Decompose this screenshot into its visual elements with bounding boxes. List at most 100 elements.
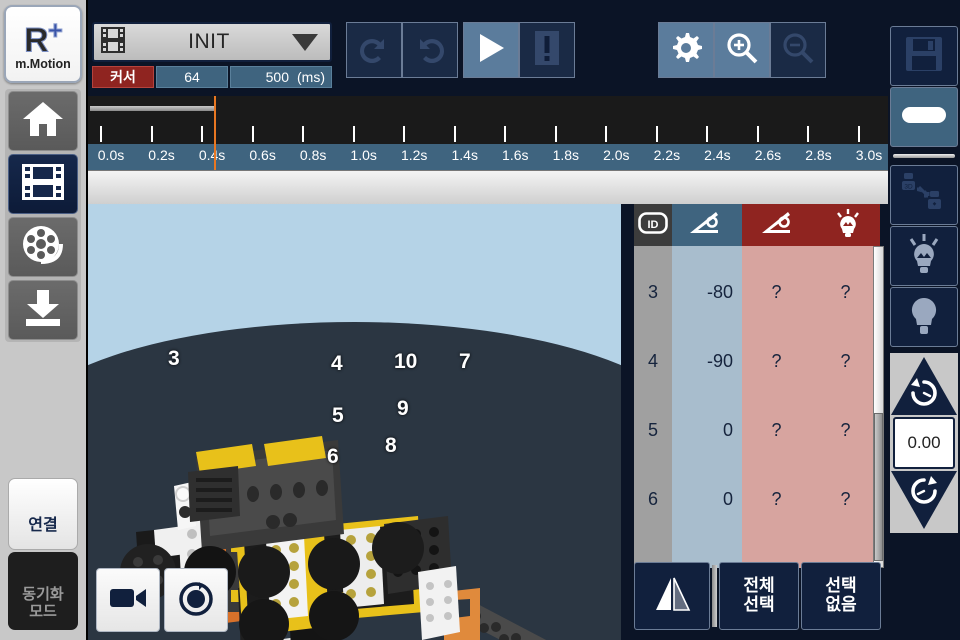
joint-number-label[interactable]: 10 [394,350,417,374]
cell-current-position[interactable]: -90 [672,351,742,372]
playback-tools [463,22,575,78]
dash-icon [901,106,947,129]
led-off-button[interactable] [890,287,958,347]
joint-number-label[interactable]: 3 [168,347,180,371]
rotation-value[interactable]: 0.00 [893,417,955,469]
timeline-tick [100,126,102,142]
logo-mark: R+ [24,17,64,58]
scene-dropdown[interactable]: INIT [92,22,332,62]
led-on-button[interactable] [890,226,958,286]
table-row[interactable]: 5 0?? [634,396,880,465]
camera-button[interactable] [96,568,160,632]
rotate-ccw-button[interactable] [891,357,957,415]
select-all-button[interactable]: 전체 선택 [719,562,799,630]
sidebar-item-home[interactable] [8,91,78,151]
cursor-frame-value[interactable]: 64 [156,66,228,88]
sidebar-item-reel[interactable] [8,217,78,277]
cell-goal-group: ?? [742,282,880,303]
lightbulb-off-icon [904,294,944,341]
timeline-tick [251,126,254,142]
connect-button[interactable]: 연결 [8,478,78,550]
save-button[interactable] [890,26,958,86]
cell-goal-group: ?? [742,351,880,372]
stop-button[interactable] [519,22,575,78]
timeline-tick-label: 1.2s [400,147,428,163]
table-row[interactable]: 6 0?? [634,465,880,534]
cell-current-position[interactable]: 0 [672,420,742,441]
id-header[interactable]: ID [634,204,672,246]
sidebar-item-motion[interactable] [8,154,78,214]
cell-id: 5 [647,420,658,440]
joint-number-label[interactable]: 8 [385,434,397,458]
joint-number-label[interactable]: 6 [327,445,339,469]
cursor-time-group[interactable]: 500 (ms) [230,66,332,88]
joint-number-label[interactable]: 5 [332,404,344,428]
zoom-in-icon [725,31,759,70]
scrollbar-thumb[interactable] [874,413,883,561]
rotate-cw-button[interactable] [891,471,957,529]
timeline-tick [302,126,305,142]
table-footer-buttons: 전체 선택 선택 없음 [634,562,882,630]
torque-off-button[interactable] [890,87,958,147]
timeline-tick-label: 2.6s [754,147,782,163]
settings-button[interactable] [658,22,714,78]
cell-led-value[interactable]: ? [840,420,850,441]
zoom-out-button[interactable] [770,22,826,78]
sync-mode-button[interactable]: 동기화 모드 [8,552,78,630]
sidebar-nav [5,89,81,342]
cell-current-position[interactable]: 0 [672,489,742,510]
current-position-header[interactable] [672,204,742,246]
scene-name: INIT [188,30,230,53]
film-reel-icon [21,224,65,271]
joint-number-label[interactable]: 9 [397,397,409,421]
mirror-button[interactable] [634,562,710,630]
cursor-info-bar: 커서 64 500 (ms) [92,66,332,88]
cell-current-position[interactable]: -80 [672,282,742,303]
cell-goal-group: ?? [742,420,880,441]
select-none-button[interactable]: 선택 없음 [801,562,881,630]
play-button[interactable] [463,22,519,78]
timeline-tick-label: 2.8s [805,147,832,163]
joint-number-label[interactable]: 4 [331,352,343,376]
undo-button[interactable] [346,22,402,78]
cell-goal-position[interactable]: ? [771,489,781,510]
timeline-horizontal-scrollbar[interactable] [88,170,888,204]
timeline-tick [453,126,456,142]
file-tools [890,26,958,147]
cursor-label: 커서 [92,66,154,88]
alert-icon [535,30,559,70]
cell-goal-position[interactable]: ? [771,282,781,303]
sidebar-item-download[interactable] [8,280,78,340]
zoom-in-button[interactable] [714,22,770,78]
timeline-playhead[interactable] [213,96,216,170]
timeline-tick [807,126,810,142]
timeline-tick [403,126,406,142]
timeline-tick-label: 3.0s [855,147,883,163]
view-tools [658,22,826,78]
select-all-line1: 전체 [743,576,775,596]
download-icon [21,288,65,333]
joint-number-label[interactable]: 7 [459,350,471,374]
redo-button[interactable] [402,22,458,78]
timeline-range-bar[interactable] [90,106,214,111]
timeline-tick [201,126,204,142]
timeline-tick-label: 0.8s [299,147,327,163]
cell-led-value[interactable]: ? [840,282,850,303]
servo-table-scrollbar[interactable] [873,246,884,568]
timeline[interactable]: 0.0s 0.2s 0.4s 0.6s 0.8s 1.0s 1.2s 1.4s 1.6s 1.8s… [88,96,888,204]
cell-led-value[interactable]: ? [840,489,850,510]
cell-goal-position[interactable]: ? [771,351,781,372]
timeline-tick-label: 0.4s [198,147,226,163]
table-row[interactable]: 4 -90?? [634,327,880,396]
table-row[interactable]: 3 -80?? [634,258,880,327]
3d-viewport[interactable]: 3 4 5 6 7 8 9 10 [88,204,624,640]
chevron-down-icon [292,33,318,51]
pose-transfer-button[interactable]: 3D [890,165,958,225]
lightbulb-on-icon[interactable] [833,208,863,243]
servo-table-body[interactable]: 3 -80?? 4 -90?? 5 0?? 6 0?? [634,246,880,568]
cell-goal-position[interactable]: ? [771,420,781,441]
left-sidebar: R+ m.Motion 연결 동기화 모드 [0,0,88,640]
angle-icon[interactable] [760,209,798,242]
reset-view-button[interactable] [164,568,228,632]
cell-led-value[interactable]: ? [840,351,850,372]
